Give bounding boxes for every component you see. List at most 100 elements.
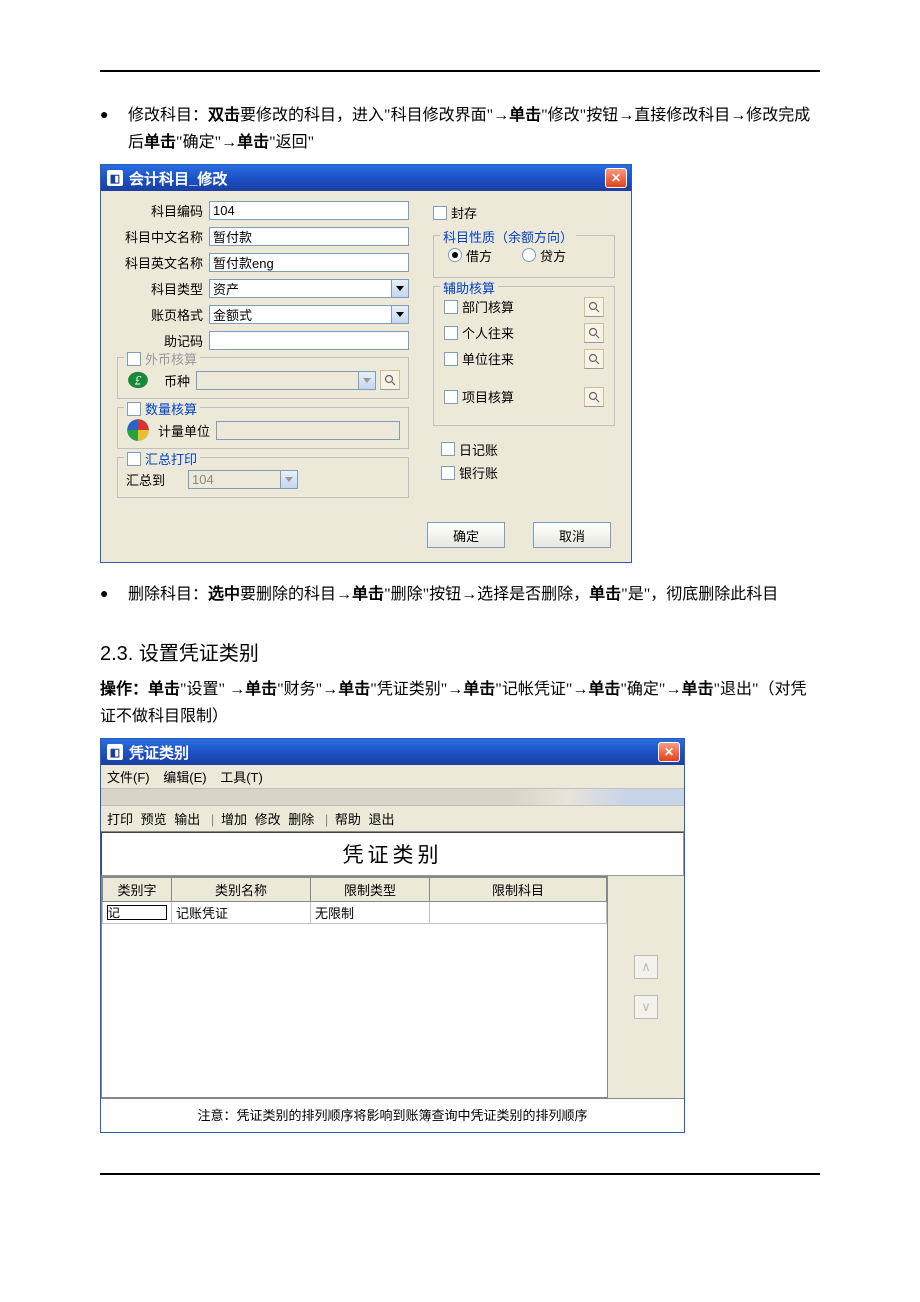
tb-exit[interactable]: 退出: [369, 812, 395, 827]
lookup-currency-button[interactable]: [380, 370, 400, 390]
checkbox-personal[interactable]: 个人往来: [444, 323, 584, 342]
checkbox-bank[interactable]: 银行账: [441, 463, 498, 482]
ok-button[interactable]: 确定: [427, 522, 505, 548]
cancel-button[interactable]: 取消: [533, 522, 611, 548]
app-icon: ◧: [107, 170, 123, 186]
txt: 单击: [144, 134, 176, 151]
label-unit-contact: 单位往来: [462, 349, 514, 368]
txt: 选中: [208, 586, 240, 603]
label-format: 账页格式: [117, 305, 209, 324]
menu-edit[interactable]: 编辑(E): [163, 770, 206, 785]
label-unit: 计量单位: [154, 421, 216, 440]
tb-help[interactable]: 帮助: [335, 812, 361, 827]
cell-char-input[interactable]: [107, 905, 167, 920]
cell-name: 记账凭证: [172, 902, 311, 924]
group-nature: 科目性质（余额方向） 借方 贷方: [433, 235, 615, 278]
lookup-unit-button[interactable]: [584, 349, 604, 369]
tb-del[interactable]: 删除: [288, 812, 314, 827]
txt: 要删除的科目→: [240, 586, 352, 603]
label-sum-group: 汇总打印: [145, 449, 197, 468]
input-ename[interactable]: [209, 253, 409, 272]
group-fx: 外币核算 £ 币种: [117, 357, 409, 399]
checkbox-fx[interactable]: 外币核算: [127, 349, 197, 368]
checkbox-dept[interactable]: 部门核算: [444, 297, 584, 316]
label-debit: 借方: [466, 246, 492, 265]
menu-file[interactable]: 文件(F): [107, 770, 150, 785]
close-button[interactable]: ✕: [605, 168, 627, 188]
dialog-voucher-category: ◧ 凭证类别 ✕ 文件(F) 编辑(E) 工具(T) 打印 预览 输出 | 增加…: [100, 738, 685, 1133]
ribbon-decoration: [101, 789, 684, 806]
label-qty-group: 数量核算: [145, 399, 197, 418]
close-button[interactable]: ✕: [658, 742, 680, 762]
input-code[interactable]: [209, 201, 409, 220]
bullet-list-1: 修改科目：双击要修改的科目，进入"科目修改界面"→单击"修改"按钮→直接修改科目…: [100, 102, 820, 156]
txt: 单击: [245, 681, 277, 698]
currency-icon: £: [126, 370, 150, 390]
chevron-down-icon[interactable]: [391, 280, 408, 297]
txt: "确定"→: [176, 134, 237, 151]
group-qty: 数量核算 计量单位: [117, 407, 409, 449]
tb-preview[interactable]: 预览: [141, 812, 167, 827]
label-bank: 银行账: [459, 463, 498, 482]
group-summary: 汇总打印 汇总到 104: [117, 457, 409, 498]
tb-modify[interactable]: 修改: [255, 812, 281, 827]
checkbox-journal[interactable]: 日记账: [441, 440, 498, 459]
lookup-personal-button[interactable]: [584, 323, 604, 343]
tb-add[interactable]: 增加: [221, 812, 247, 827]
select-format-value: 金额式: [213, 305, 252, 324]
checkbox-summary[interactable]: 汇总打印: [127, 449, 197, 468]
bullet-modify: 修改科目：双击要修改的科目，进入"科目修改界面"→单击"修改"按钮→直接修改科目…: [100, 102, 820, 156]
label-sum-to: 汇总到: [126, 470, 188, 489]
select-currency: [196, 371, 376, 390]
label-mnemonic: 助记码: [117, 331, 209, 350]
group-aux: 辅助核算 部门核算 个人往来 单位往来 项目核算: [433, 286, 615, 426]
input-unit: [216, 421, 400, 440]
label-fx-group: 外币核算: [145, 349, 197, 368]
panel-title: 凭证类别: [101, 832, 684, 876]
input-cname[interactable]: [209, 227, 409, 246]
label-seal: 封存: [451, 203, 477, 222]
chevron-down-icon: [358, 372, 375, 389]
table-row[interactable]: 记账凭证 无限制: [103, 902, 607, 924]
select-type[interactable]: 资产: [209, 279, 409, 298]
checkbox-project[interactable]: 项目核算: [444, 387, 584, 406]
txt: 操作：单击: [100, 681, 180, 698]
section-heading: 2.3. 设置凭证类别: [100, 637, 820, 666]
input-mnemonic[interactable]: [209, 331, 409, 350]
chevron-down-icon: [280, 471, 297, 488]
label-journal: 日记账: [459, 440, 498, 459]
checkbox-qty[interactable]: 数量核算: [127, 399, 197, 418]
app-icon: ◧: [107, 744, 123, 760]
move-up-button[interactable]: ∧: [634, 955, 658, 979]
select-sum-to-value: 104: [192, 472, 214, 487]
category-grid[interactable]: 类别字 类别名称 限制类型 限制科目 记账凭证 无限制: [101, 876, 608, 1098]
label-ename: 科目英文名称: [117, 253, 209, 272]
radio-debit[interactable]: 借方: [448, 246, 492, 265]
titlebar: ◧ 会计科目_修改 ✕: [101, 165, 631, 191]
tb-print[interactable]: 打印: [107, 812, 133, 827]
label-dept: 部门核算: [462, 297, 514, 316]
col-restrict-type: 限制类型: [311, 878, 430, 902]
checkbox-unit-contact[interactable]: 单位往来: [444, 349, 584, 368]
label-currency: 币种: [154, 371, 196, 390]
menubar: 文件(F) 编辑(E) 工具(T): [101, 765, 684, 789]
txt: 修改科目：: [128, 107, 208, 124]
menu-tool[interactable]: 工具(T): [220, 770, 263, 785]
txt: "凭证类别"→: [370, 681, 463, 698]
page-rule-bottom: [100, 1173, 820, 1175]
select-format[interactable]: 金额式: [209, 305, 409, 324]
move-down-button[interactable]: ∨: [634, 995, 658, 1019]
lookup-dept-button[interactable]: [584, 297, 604, 317]
titlebar: ◧ 凭证类别 ✕: [101, 739, 684, 765]
tb-output[interactable]: 输出: [174, 812, 200, 827]
chevron-down-icon[interactable]: [391, 306, 408, 323]
radio-credit[interactable]: 贷方: [522, 246, 566, 265]
lookup-project-button[interactable]: [584, 387, 604, 407]
pie-icon: [126, 420, 150, 440]
checkbox-seal[interactable]: 封存: [433, 203, 477, 222]
select-type-value: 资产: [213, 279, 239, 298]
txt: "是"，彻底删除此科目: [621, 586, 778, 603]
label-aux-group: 辅助核算: [440, 278, 498, 297]
txt: 单击: [463, 681, 495, 698]
txt: "确定"→: [620, 681, 681, 698]
